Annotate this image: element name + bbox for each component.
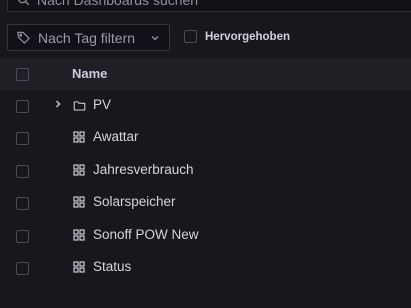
- starred-filter[interactable]: Hervorgehoben: [184, 30, 290, 43]
- row-checkbox[interactable]: [16, 261, 29, 275]
- dashboard-grid-icon: [73, 196, 85, 208]
- table-row-solarspeicher[interactable]: Solarspeicher: [0, 187, 411, 219]
- select-all-checkbox[interactable]: [16, 68, 29, 81]
- folder-icon: [73, 99, 86, 112]
- table-row-pv[interactable]: PV: [0, 90, 411, 122]
- row-label[interactable]: Jahresverbrauch: [93, 162, 194, 177]
- table-row-sonoff-pow-new[interactable]: Sonoff POW New: [0, 220, 411, 252]
- row-checkbox[interactable]: [16, 132, 29, 146]
- row-checkbox[interactable]: [16, 229, 29, 243]
- search-box[interactable]: [7, 0, 411, 12]
- row-checkbox[interactable]: [16, 197, 29, 211]
- row-label[interactable]: Awattar: [93, 129, 139, 144]
- dashboard-table: Name PV Awattar Jahresverbrauch Solarspe…: [0, 58, 411, 284]
- table-row-jahresverbrauch[interactable]: Jahresverbrauch: [0, 155, 411, 187]
- table-header: Name: [0, 58, 411, 90]
- row-label[interactable]: PV: [93, 97, 111, 112]
- chevron-right-icon[interactable]: [52, 98, 64, 110]
- search-input[interactable]: [37, 0, 397, 8]
- row-label[interactable]: Solarspeicher: [93, 194, 176, 209]
- table-row-status[interactable]: Status: [0, 252, 411, 284]
- row-checkbox[interactable]: [16, 100, 29, 113]
- table-row-awattar[interactable]: Awattar: [0, 122, 411, 154]
- chevron-down-icon: [150, 33, 160, 43]
- dashboard-grid-icon: [73, 261, 85, 273]
- dashboard-grid-icon: [73, 164, 85, 176]
- dashboard-grid-icon: [73, 131, 85, 143]
- column-header-name: Name: [72, 66, 108, 81]
- starred-checkbox[interactable]: [184, 30, 197, 43]
- starred-label: Hervorgehoben: [205, 30, 290, 43]
- row-label[interactable]: Sonoff POW New: [93, 227, 199, 242]
- tag-filter-label: Nach Tag filtern: [38, 29, 136, 46]
- search-icon: [17, 0, 30, 6]
- tag-icon: [16, 30, 31, 45]
- row-label[interactable]: Status: [93, 259, 131, 274]
- tag-filter-dropdown[interactable]: Nach Tag filtern: [7, 24, 170, 51]
- row-checkbox[interactable]: [16, 164, 29, 178]
- dashboard-grid-icon: [73, 228, 85, 241]
